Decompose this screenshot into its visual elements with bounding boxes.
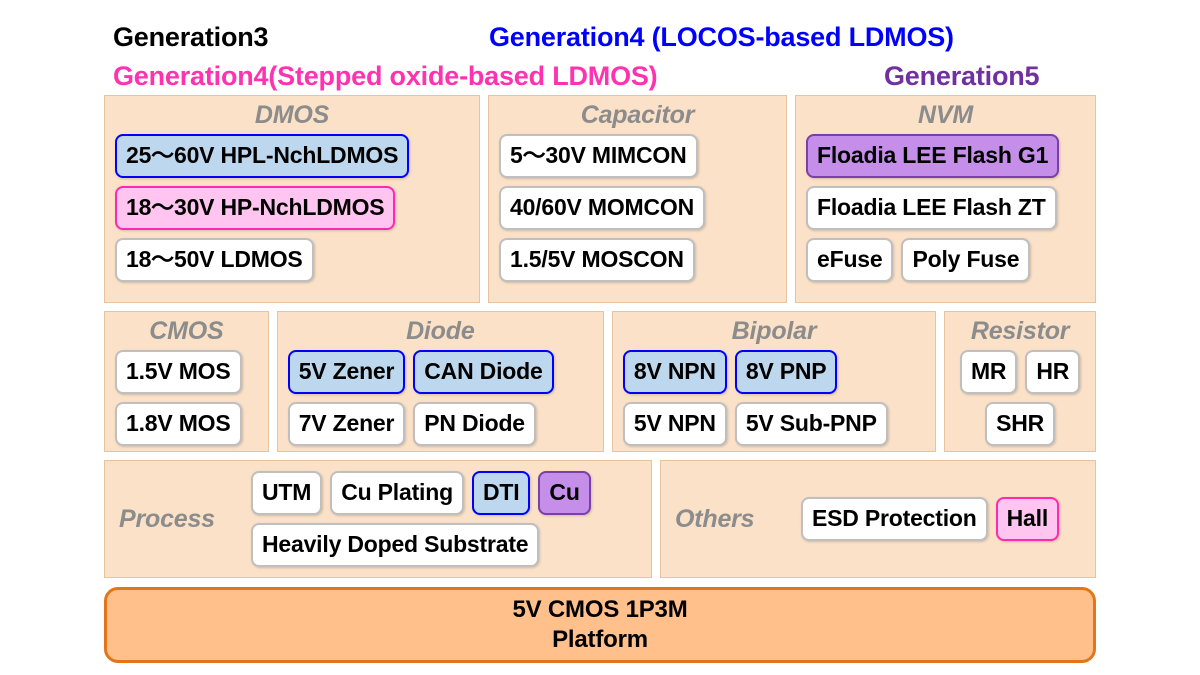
chip-cu[interactable]: Cu [538,471,591,515]
chip-row: 5V Zener CAN Diode [287,350,554,394]
legend-item-generation3: Generation3 [113,22,269,52]
category-row-2: CMOS 1.5V MOS 1.8V MOS Diode 5V Zener CA… [104,311,1096,452]
platform-line-1: 5V CMOS 1P3M [512,596,688,623]
chip-hp-nchldmos[interactable]: 18〜30V HP-NchLDMOS [115,186,396,230]
chip-heavily-doped-substrate[interactable]: Heavily Doped Substrate [251,523,540,567]
panel-process: Process UTM Cu Plating DTI Cu Heavily Do… [104,460,652,578]
legend-item-generation5: Generation5 [884,61,1040,91]
chip-hr[interactable]: HR [1025,350,1081,394]
panel-bipolar: Bipolar 8V NPN 8V PNP 5V NPN 5V Sub-PNP [611,311,937,452]
panel-capacitor: Capacitor 5〜30V MIMCON 40/60V MOMCON 1.5… [488,95,787,303]
chip-row: 1.5V MOS [115,350,242,394]
chip-5v-npn[interactable]: 5V NPN [622,402,727,446]
panel-title-dmos: DMOS [254,101,330,129]
chip-row: 5〜30V MIMCON [499,134,698,178]
chip-group-diode: 5V Zener CAN Diode 7V Zener PN Diode [287,350,593,446]
category-row-1: DMOS 25〜60V HPL-NchLDMOS 18〜30V HP-NchLD… [104,95,1096,303]
chip-pn-diode[interactable]: PN Diode [413,402,536,446]
chip-mimcon[interactable]: 5〜30V MIMCON [499,134,698,178]
panel-title-process: Process [119,505,215,533]
panel-diode: Diode 5V Zener CAN Diode 7V Zener PN Dio… [276,311,604,452]
chip-1p5v-mos[interactable]: 1.5V MOS [115,350,242,394]
chip-row: 8V NPN 8V PNP [622,350,838,394]
chip-row: SHR [985,402,1056,446]
chip-moscon[interactable]: 1.5/5V MOSCON [499,238,695,282]
panel-title-nvm: NVM [918,101,973,129]
panel-title-diode: Diode [406,317,475,345]
chip-group-process: UTM Cu Plating DTI Cu Heavily Doped Subs… [251,471,643,567]
chip-row: 25〜60V HPL-NchLDMOS [115,134,410,178]
chip-row: eFuse Poly Fuse [806,238,1031,282]
chip-row: 40/60V MOMCON [499,186,706,230]
category-row-3: Process UTM Cu Plating DTI Cu Heavily Do… [104,460,1096,578]
chip-row: Heavily Doped Substrate [251,523,540,567]
chip-dti[interactable]: DTI [471,471,531,515]
chip-row: ESD Protection Hall [801,497,1060,541]
chip-group-resistor: MR HR SHR [955,350,1085,446]
chip-8v-pnp[interactable]: 8V PNP [734,350,838,394]
generation-legend: Generation3 Generation4 (LOCOS-based LDM… [0,8,1200,91]
panel-cmos: CMOS 1.5V MOS 1.8V MOS [104,311,269,452]
chip-hall[interactable]: Hall [995,497,1060,541]
chip-ldmos[interactable]: 18〜50V LDMOS [115,238,314,282]
chip-group-dmos: 25〜60V HPL-NchLDMOS 18〜30V HP-NchLDMOS 1… [115,134,469,282]
panel-title-cmos: CMOS [149,317,224,345]
panel-resistor: Resistor MR HR SHR [944,311,1096,452]
chip-row: 1.5/5V MOSCON [499,238,695,282]
panel-title-bipolar: Bipolar [731,317,817,345]
chip-floadia-lee-flash-zt[interactable]: Floadia LEE Flash ZT [806,186,1057,230]
platform-bar: 5V CMOS 1P3M Platform [104,587,1096,663]
chip-group-bipolar: 8V NPN 8V PNP 5V NPN 5V Sub-PNP [622,350,925,446]
panel-others: Others ESD Protection Hall [660,460,1096,578]
chip-shr[interactable]: SHR [985,402,1056,446]
chip-utm[interactable]: UTM [251,471,323,515]
chip-poly-fuse[interactable]: Poly Fuse [901,238,1031,282]
chip-row: 1.8V MOS [115,402,242,446]
chip-1p8v-mos[interactable]: 1.8V MOS [115,402,242,446]
chip-group-others: ESD Protection Hall [801,497,1087,541]
chip-5v-sub-pnp[interactable]: 5V Sub-PNP [734,402,888,446]
chip-row: MR HR [959,350,1081,394]
chip-row: 5V NPN 5V Sub-PNP [622,402,888,446]
technology-platform-diagram: Generation3 Generation4 (LOCOS-based LDM… [0,0,1200,675]
chip-hpl-nchldmos[interactable]: 25〜60V HPL-NchLDMOS [115,134,410,178]
chip-momcon[interactable]: 40/60V MOMCON [499,186,706,230]
panel-nvm: NVM Floadia LEE Flash G1 Floadia LEE Fla… [795,95,1096,303]
chip-floadia-lee-flash-g1[interactable]: Floadia LEE Flash G1 [806,134,1060,178]
chip-esd-protection[interactable]: ESD Protection [801,497,988,541]
chip-7v-zener[interactable]: 7V Zener [287,402,406,446]
panel-title-others: Others [675,505,755,533]
chip-row: 18〜30V HP-NchLDMOS [115,186,396,230]
chip-5v-zener[interactable]: 5V Zener [287,350,406,394]
panel-title-capacitor: Capacitor [580,101,695,129]
platform-line-2: Platform [552,626,648,653]
chip-8v-npn[interactable]: 8V NPN [622,350,727,394]
chip-row: UTM Cu Plating DTI Cu [251,471,591,515]
chip-group-capacitor: 5〜30V MIMCON 40/60V MOMCON 1.5/5V MOSCON [499,134,776,282]
panel-title-resistor: Resistor [970,317,1070,345]
chip-cu-plating[interactable]: Cu Plating [330,471,464,515]
panel-dmos: DMOS 25〜60V HPL-NchLDMOS 18〜30V HP-NchLD… [104,95,480,303]
chip-group-cmos: 1.5V MOS 1.8V MOS [115,350,258,446]
chip-row: Floadia LEE Flash G1 [806,134,1060,178]
chip-row: 18〜50V LDMOS [115,238,314,282]
chip-efuse[interactable]: eFuse [806,238,894,282]
legend-item-generation4-locos: Generation4 (LOCOS-based LDMOS) [489,22,954,52]
chip-row: Floadia LEE Flash ZT [806,186,1057,230]
chip-group-nvm: Floadia LEE Flash G1 Floadia LEE Flash Z… [806,134,1085,282]
chip-mr[interactable]: MR [959,350,1018,394]
chip-can-diode[interactable]: CAN Diode [413,350,554,394]
chip-row: 7V Zener PN Diode [287,402,536,446]
legend-item-generation4-stepped: Generation4(Stepped oxide-based LDMOS) [113,61,658,91]
